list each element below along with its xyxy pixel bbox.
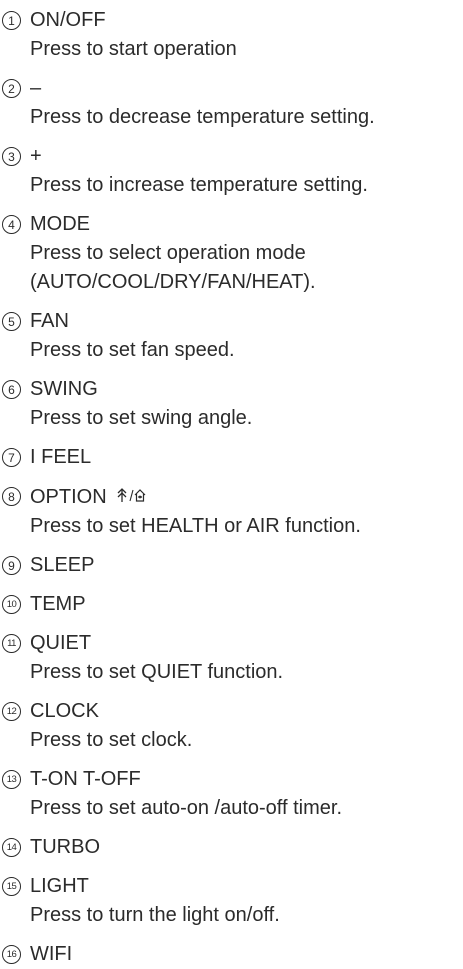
- list-item-swing: 6 SWING Press to set swing angle.: [0, 375, 463, 433]
- item-number-badge: 3: [2, 147, 21, 166]
- item-number-badge: 9: [2, 556, 21, 575]
- item-title-row: OPTION: [30, 482, 463, 512]
- item-description: Press to set QUIET function.: [30, 661, 284, 683]
- item-title: OPTION: [30, 486, 107, 508]
- list-item-light: 15 LIGHT Press to turn the light on/off.: [0, 872, 463, 930]
- list-item-on-off: 1 ON/OFF Press to start operation: [0, 6, 463, 64]
- item-title: T-ON T-OFF: [30, 768, 141, 790]
- item-number-badge: 11: [2, 634, 21, 653]
- item-description: Press to set auto-on /auto-off timer.: [30, 797, 343, 819]
- item-title: SWING: [30, 378, 98, 400]
- list-item-sleep: 9 SLEEP: [0, 551, 463, 580]
- item-description: Press to set swing angle.: [30, 407, 253, 429]
- item-description: Press to set fan speed.: [30, 339, 235, 361]
- list-item-timer: 13 T-ON T-OFF Press to set auto-on /auto…: [0, 765, 463, 823]
- list-item-wifi: 16 WIFI: [0, 940, 463, 969]
- item-title: SLEEP: [30, 554, 95, 576]
- item-number-badge: 12: [2, 702, 21, 721]
- item-description: Press to start operation: [30, 38, 237, 60]
- list-item-quiet: 11 QUIET Press to set QUIET function.: [0, 629, 463, 687]
- list-item-minus: 2 – Press to decrease temperature settin…: [0, 74, 463, 132]
- item-description: (AUTO/COOL/DRY/FAN/HEAT).: [30, 271, 316, 293]
- item-number-badge: 16: [2, 945, 21, 964]
- item-number-badge: 13: [2, 770, 21, 789]
- health-air-icons: [116, 482, 146, 511]
- item-number-badge: 1: [2, 11, 21, 30]
- item-title: QUIET: [30, 632, 92, 654]
- item-title: CLOCK: [30, 700, 99, 722]
- health-air-icon: [117, 488, 146, 502]
- item-number-badge: 6: [2, 380, 21, 399]
- item-number-badge: 8: [2, 487, 21, 506]
- item-number-badge: 7: [2, 448, 21, 467]
- item-number-badge: 14: [2, 838, 21, 857]
- item-number-badge: 15: [2, 877, 21, 896]
- item-title: LIGHT: [30, 875, 89, 897]
- item-title: +: [30, 145, 42, 167]
- item-description: Press to decrease temperature setting.: [30, 106, 375, 128]
- list-item-option: 8 OPTION Press to set HEALTH or AIR func…: [0, 482, 463, 541]
- item-number-badge: 5: [2, 312, 21, 331]
- item-title: MODE: [30, 213, 90, 235]
- list-item-turbo: 14 TURBO: [0, 833, 463, 862]
- list-item-i-feel: 7 I FEEL: [0, 443, 463, 472]
- list-item-plus: 3 + Press to increase temperature settin…: [0, 142, 463, 200]
- item-title: –: [30, 77, 42, 99]
- item-title: FAN: [30, 310, 69, 332]
- item-number-badge: 10: [2, 595, 21, 614]
- item-description: Press to select operation mode: [30, 242, 306, 264]
- list-item-temp: 10 TEMP: [0, 590, 463, 619]
- item-number-badge: 4: [2, 215, 21, 234]
- item-description: Press to set HEALTH or AIR function.: [30, 515, 361, 537]
- list-item-clock: 12 CLOCK Press to set clock.: [0, 697, 463, 755]
- item-description: Press to turn the light on/off.: [30, 904, 280, 926]
- item-title: ON/OFF: [30, 9, 106, 31]
- item-title: I FEEL: [30, 446, 92, 468]
- item-description: Press to set clock.: [30, 729, 193, 751]
- item-title: WIFI: [30, 943, 73, 965]
- list-item-mode: 4 MODE Press to select operation mode (A…: [0, 210, 463, 297]
- item-title: TEMP: [30, 593, 86, 615]
- item-number-badge: 2: [2, 79, 21, 98]
- item-title: TURBO: [30, 836, 100, 858]
- list-item-fan: 5 FAN Press to set fan speed.: [0, 307, 463, 365]
- item-description: Press to increase temperature setting.: [30, 174, 368, 196]
- button-function-list: 1 ON/OFF Press to start operation 2 – Pr…: [0, 0, 463, 969]
